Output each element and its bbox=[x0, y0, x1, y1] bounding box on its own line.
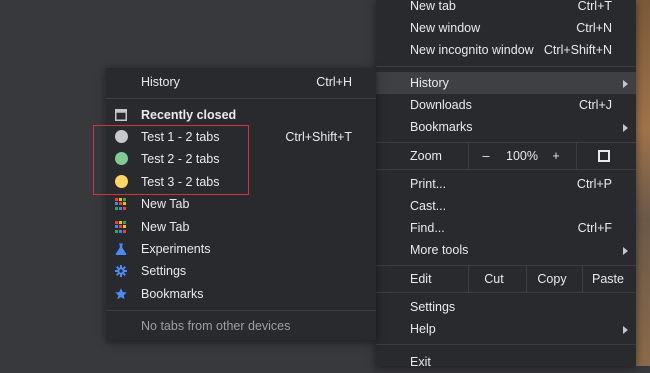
apps-grid-icon bbox=[115, 198, 127, 210]
menu-edit-label: Edit bbox=[410, 272, 432, 286]
menu-cast-label: Cast... bbox=[410, 199, 447, 213]
menu-zoom-row: Zoom – 100% + bbox=[376, 143, 636, 169]
zoom-divider bbox=[468, 143, 469, 169]
cut-button[interactable]: Cut bbox=[469, 266, 519, 292]
menu-help-label: Help bbox=[410, 322, 436, 336]
zoom-out-button[interactable]: – bbox=[476, 143, 496, 169]
menu-help[interactable]: Help bbox=[376, 318, 636, 340]
closed-tab-item[interactable]: Bookmarks bbox=[106, 283, 376, 305]
chrome-main-menu: New tab Ctrl+T New window Ctrl+N New inc… bbox=[376, 0, 636, 369]
menu-bookmarks-label: Bookmarks bbox=[410, 120, 473, 134]
menu-find[interactable]: Find... Ctrl+F bbox=[376, 217, 636, 239]
copy-button[interactable]: Copy bbox=[527, 266, 577, 292]
menu-divider bbox=[376, 66, 636, 67]
background-image-strip bbox=[636, 0, 650, 366]
closed-tab-item[interactable]: Experiments bbox=[106, 238, 376, 260]
menu-new-window-label: New window bbox=[410, 21, 481, 35]
paste-button[interactable]: Paste bbox=[583, 266, 633, 292]
menu-print[interactable]: Print... Ctrl+P bbox=[376, 173, 636, 195]
menu-new-incognito-shortcut: Ctrl+Shift+N bbox=[543, 43, 612, 57]
flask-icon bbox=[115, 243, 127, 255]
menu-divider bbox=[376, 169, 636, 170]
menu-divider bbox=[376, 292, 636, 293]
menu-exit[interactable]: Exit bbox=[376, 351, 636, 373]
menu-history[interactable]: History bbox=[376, 72, 636, 94]
menu-history-label: History bbox=[410, 76, 449, 90]
menu-print-shortcut: Ctrl+P bbox=[576, 177, 612, 191]
menu-edit-row: Edit Cut Copy Paste bbox=[376, 266, 636, 292]
menu-downloads[interactable]: Downloads Ctrl+J bbox=[376, 94, 636, 116]
star-icon bbox=[115, 288, 127, 300]
closed-tab-label: New Tab bbox=[141, 220, 190, 234]
fullscreen-icon[interactable] bbox=[598, 150, 610, 162]
zoom-divider bbox=[576, 143, 577, 169]
menu-zoom-label: Zoom bbox=[410, 149, 442, 163]
history-label: History bbox=[141, 75, 180, 89]
menu-new-tab-shortcut: Ctrl+T bbox=[577, 0, 612, 13]
closed-tab-label: Bookmarks bbox=[141, 287, 204, 301]
zoom-level: 100% bbox=[506, 149, 538, 163]
menu-new-incognito-label: New incognito window bbox=[410, 43, 534, 57]
menu-find-label: Find... bbox=[410, 221, 445, 235]
reopen-shortcut: Ctrl+Shift+T bbox=[285, 130, 352, 144]
submenu-arrow-icon bbox=[623, 247, 628, 255]
menu-downloads-label: Downloads bbox=[410, 98, 472, 112]
menu-exit-label: Exit bbox=[410, 355, 431, 369]
menu-settings[interactable]: Settings bbox=[376, 296, 636, 318]
closed-tab-label: Settings bbox=[141, 264, 187, 278]
other-devices-info: No tabs from other devices bbox=[106, 315, 376, 337]
menu-cast[interactable]: Cast... bbox=[376, 195, 636, 217]
history-shortcut: Ctrl+H bbox=[316, 75, 352, 89]
no-tabs-label: No tabs from other devices bbox=[141, 319, 291, 333]
menu-downloads-shortcut: Ctrl+J bbox=[579, 98, 612, 112]
menu-new-window[interactable]: New window Ctrl+N bbox=[376, 17, 636, 39]
menu-more-tools-label: More tools bbox=[410, 243, 469, 257]
recently-closed-header: Recently closed bbox=[106, 104, 376, 126]
highlight-annotation-box bbox=[93, 125, 249, 195]
menu-divider bbox=[106, 310, 376, 311]
closed-tab-label: New Tab bbox=[141, 197, 190, 211]
menu-find-shortcut: Ctrl+F bbox=[577, 221, 612, 235]
menu-divider bbox=[376, 344, 636, 345]
submenu-arrow-icon bbox=[623, 326, 628, 334]
menu-more-tools[interactable]: More tools bbox=[376, 239, 636, 261]
menu-new-tab[interactable]: New tab Ctrl+T bbox=[376, 0, 636, 17]
menu-print-label: Print... bbox=[410, 177, 447, 191]
apps-grid-icon bbox=[115, 221, 127, 233]
recently-closed-label: Recently closed bbox=[141, 108, 237, 122]
menu-divider bbox=[106, 98, 376, 99]
menu-bookmarks[interactable]: Bookmarks bbox=[376, 116, 636, 138]
history-item[interactable]: History Ctrl+H bbox=[106, 71, 376, 93]
tab-window-icon bbox=[115, 109, 127, 121]
submenu-arrow-icon bbox=[623, 80, 628, 88]
gear-icon bbox=[115, 265, 127, 277]
menu-new-window-shortcut: Ctrl+N bbox=[576, 21, 612, 35]
submenu-arrow-icon bbox=[623, 124, 628, 132]
zoom-in-button[interactable]: + bbox=[546, 143, 566, 169]
history-submenu: History Ctrl+H Recently closed Test 1 - … bbox=[106, 68, 376, 340]
closed-tab-item[interactable]: Settings bbox=[106, 260, 376, 282]
menu-new-incognito-window[interactable]: New incognito window Ctrl+Shift+N bbox=[376, 39, 636, 61]
closed-tab-label: Experiments bbox=[141, 242, 211, 256]
menu-new-tab-label: New tab bbox=[410, 0, 456, 13]
menu-settings-label: Settings bbox=[410, 300, 456, 314]
closed-tab-item[interactable]: New Tab bbox=[106, 216, 376, 238]
closed-tab-item[interactable]: New Tab bbox=[106, 193, 376, 215]
